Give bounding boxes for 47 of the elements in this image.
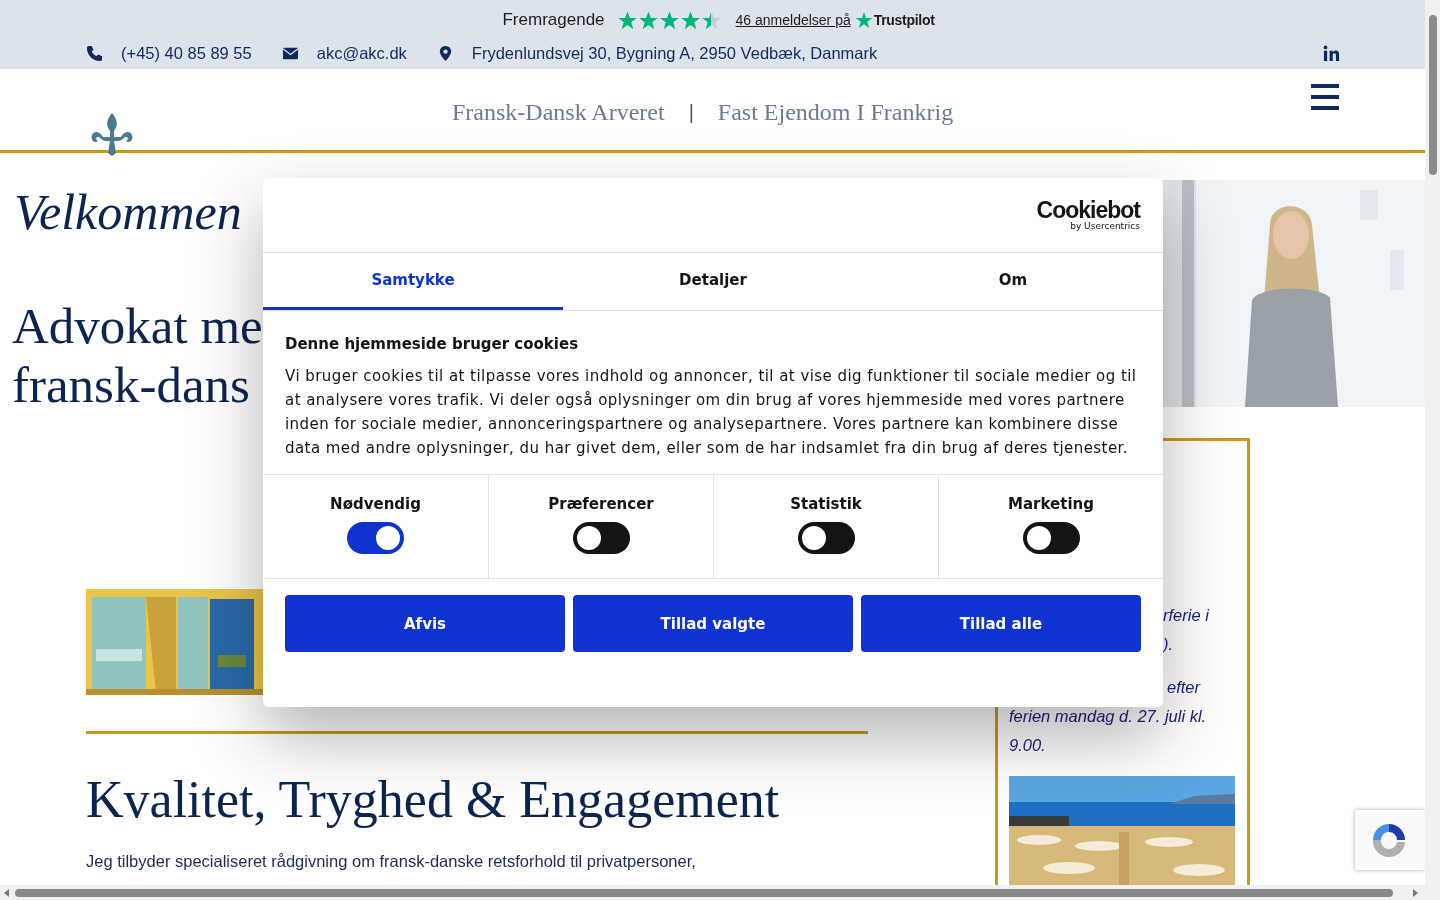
fleur-de-lis-logo[interactable] [89,111,135,157]
menu-icon[interactable] [1311,84,1339,110]
dialog-title: Denne hjemmeside bruger cookies [285,334,580,355]
category-label: Marketing [1008,495,1094,513]
notice-text: ). [1163,635,1174,653]
notice-text: 9.00. [1009,736,1046,754]
dialog-tab[interactable]: Samtykke [263,253,563,310]
category-label: Statistik [790,495,862,513]
welcome-heading: Velkommen [14,183,242,241]
linkedin-icon[interactable] [1323,44,1340,62]
toggle-switch[interactable] [1022,522,1080,554]
nav-link[interactable]: Fransk-Dansk Arveret [452,99,665,126]
trustpilot-star-icon [854,11,873,29]
contact-link[interactable]: akc@akc.dk [316,43,407,63]
notice-text: ferien mandag d. 27. juli kl. [1009,707,1207,725]
trustpilot-brand[interactable]: Trustpilot [873,12,935,28]
notice-text: efter [1167,678,1201,696]
rating-label: Fremragende [502,10,605,30]
star-icon [701,10,721,30]
star-icon [680,10,700,30]
category-label: Præferencer [548,495,654,513]
star-icon [659,10,679,30]
dialog-text: Vi bruger cookies til at tilpasse vores indhold og annoncer, til at vise dig funktioner til sociale medier og til at analysere vores trafik. Vi deler også oplysninger om din brug af vores hjemmeside med vores partnere inden for sociale medier, annonceringspartnere og analysepartnere. Vores partnere kan kombinere disse data med andre oplysninger, du har givet dem, eller som de har indsamlet fra din brug af deres tjenester. [285,366,1138,459]
toggle-switch[interactable] [347,522,404,554]
phone-icon [86,44,103,62]
section-heading: Kvalitet, Tryghed & Engagement [86,770,780,830]
hero-heading-line: fransk-dans [12,356,251,415]
vertical-scrollbar[interactable] [1425,0,1440,885]
reviews-link[interactable]: 46 anmeldelser på [735,12,851,28]
horizontal-scrollbar[interactable] [0,885,1440,900]
nav-link[interactable]: Fast Ejendom I Frankrig [717,99,954,126]
contact-link[interactable]: Frydenlundsvej 30, Bygning A, 2950 Vedbæk, Danmark [471,43,878,63]
toggle-switch[interactable] [572,522,630,554]
recaptcha-badge[interactable] [1355,810,1425,870]
star-icon [638,10,658,30]
notice-text: rferie i [1163,606,1209,624]
contact-link[interactable]: (+45) 40 85 89 55 [121,43,252,63]
consent-button[interactable]: Tillad valgte [573,595,853,652]
intro-paragraph: Jeg tilbyder specialiseret rådgivning om fransk-danske retsforhold til privatpersoner, [86,851,697,872]
consent-button[interactable]: Tillad alle [861,595,1141,652]
toggle-switch[interactable] [797,522,855,554]
star-icon [617,10,637,30]
hero-heading-line: Advokat me [12,297,263,356]
nav-separator: | [688,101,694,124]
cookiebot-logo: Cookiebot by Usercentrics [1036,198,1140,232]
consent-button[interactable]: Afvis [285,595,565,652]
category-label: Nødvendig [330,495,421,513]
